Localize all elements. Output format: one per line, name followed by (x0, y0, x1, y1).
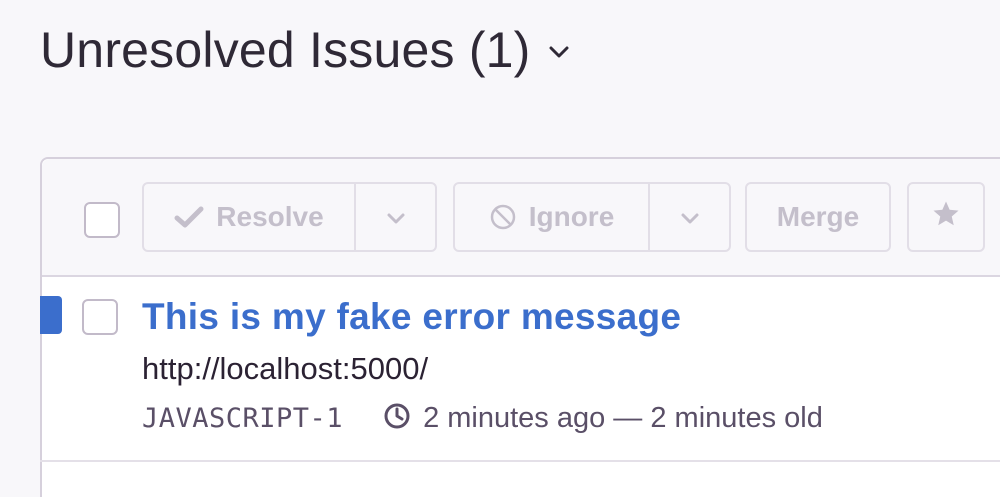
page-title-text: Unresolved Issues (40, 22, 455, 78)
ban-icon (489, 203, 517, 231)
issue-time-text: 2 minutes ago — 2 minutes old (423, 402, 823, 434)
merge-label: Merge (776, 201, 860, 232)
bookmark-button[interactable] (909, 184, 983, 250)
page-header: Unresolved Issues (1) (40, 18, 569, 82)
bookmark-button-group (907, 182, 985, 252)
issue-checkbox[interactable] (82, 299, 118, 335)
bulk-actions-toolbar: Resolve Ignore Merge (42, 159, 1000, 277)
chevron-down-icon (386, 201, 406, 233)
clock-icon (383, 402, 411, 435)
resolve-button-group: Resolve (142, 182, 437, 252)
star-icon (931, 199, 961, 236)
chevron-down-icon (680, 201, 700, 233)
select-all-checkbox[interactable] (84, 202, 120, 238)
unread-indicator (40, 296, 62, 334)
resolve-button[interactable]: Resolve (144, 184, 354, 250)
resolve-label: Resolve (216, 201, 324, 232)
ignore-button-group: Ignore (453, 182, 731, 252)
resolve-dropdown-button[interactable] (354, 184, 435, 250)
merge-button[interactable]: Merge (747, 184, 889, 250)
row-divider (40, 460, 1000, 462)
issue-meta: JAVASCRIPT-1 2 minutes ago — 2 minutes o… (142, 402, 823, 435)
page-title: Unresolved Issues (1) (40, 18, 531, 82)
ignore-label: Ignore (528, 201, 615, 232)
issue-time: 2 minutes ago — 2 minutes old (383, 402, 823, 435)
issue-title-link[interactable]: This is my fake error message (142, 296, 681, 338)
chevron-down-icon[interactable] (549, 42, 569, 62)
checkmark-icon (174, 205, 204, 229)
issue-culprit: http://localhost:5000/ (142, 351, 429, 386)
issue-count: (1) (468, 22, 531, 78)
issue-short-id[interactable]: JAVASCRIPT-1 (142, 403, 343, 434)
ignore-dropdown-button[interactable] (648, 184, 729, 250)
merge-button-group: Merge (745, 182, 891, 252)
ignore-button[interactable]: Ignore (455, 184, 648, 250)
